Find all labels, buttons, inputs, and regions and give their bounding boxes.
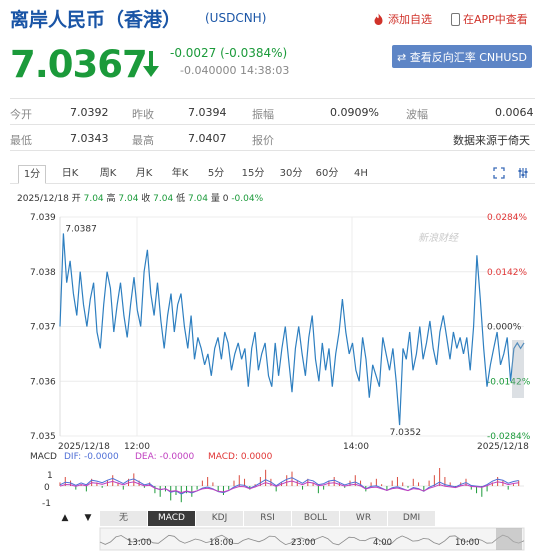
y-tick-label: 7.036 [30,377,56,387]
indicator-tab-kdj[interactable]: KDJ [196,511,244,526]
indicator-tab-boll[interactable]: BOLL [292,511,340,526]
indicator-tab-dmi[interactable]: DMI [388,511,436,526]
scroll-down-button[interactable]: ▼ [80,511,96,526]
x-tick-label: 12:00 [124,442,150,452]
x-tick-label: 2025/12/18 [58,442,110,452]
navigator-time-label: 10:00 [455,538,480,548]
pct-tick-label: -0.0142% [487,377,531,387]
price-line [59,233,525,426]
y-tick-label: 7.038 [30,268,56,278]
y-tick-label: 7.039 [30,213,56,223]
pct-tick-label: 0.0142% [487,268,527,278]
indicator-tab-none[interactable]: 无 [100,511,148,526]
indicator-tab-rsi[interactable]: RSI [244,511,292,526]
pct-tick-label: 0.0284% [487,213,527,223]
min-price-label: 7.0352 [390,428,422,438]
navigator-time-label: 13:00 [127,538,152,548]
indicator-tab-macd[interactable]: MACD [148,511,196,526]
navigator-handle [496,528,522,550]
macd-tick-label: 1 [47,471,53,481]
indicator-tab-wr[interactable]: WR [340,511,388,526]
pct-tick-label: 0.000% [487,323,522,333]
macd-title: MACD [30,452,57,462]
crosshair-box [512,340,524,398]
scroll-up-button[interactable]: ▲ [57,511,73,526]
macd-tick-label: 0 [44,483,50,493]
max-price-label: 7.0387 [65,224,97,234]
price-chart[interactable]: 7.039 0.0284% 7.038 0.0142% 7.037 0.000% 7.036… [0,0,550,558]
navigator-time-label: 23:00 [291,538,316,548]
macd-dif-label: DIF: -0.0000 [64,452,119,462]
watermark-text: 新浪财经 [418,232,459,244]
navigator-time-label: 18:00 [209,538,234,548]
y-tick-label: 7.037 [30,323,56,333]
indicator-tabs: 无 MACD KDJ RSI BOLL WR DMI [100,511,440,526]
macd-tick-label: -1 [42,499,51,509]
navigator-time-label: 4:00 [373,538,392,548]
y-tick-label: 7.035 [30,432,56,442]
x-tick-label: 2025/12/18 [477,442,529,452]
pct-tick-label: -0.0284% [487,432,531,442]
macd-dea-label: DEA: -0.0000 [135,452,195,462]
x-tick-label: 14:00 [343,442,369,452]
macd-value-label: MACD: 0.0000 [208,452,273,462]
